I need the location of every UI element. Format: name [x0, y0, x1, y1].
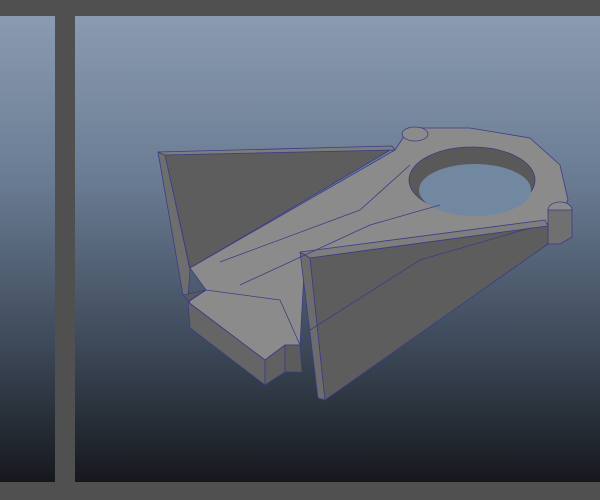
3d-model[interactable] — [0, 0, 600, 500]
bottom-frame-bar — [0, 482, 600, 500]
tab-side — [547, 209, 573, 245]
plate-front-side — [284, 344, 303, 373]
tab-knob — [401, 126, 429, 142]
hole — [419, 164, 531, 216]
